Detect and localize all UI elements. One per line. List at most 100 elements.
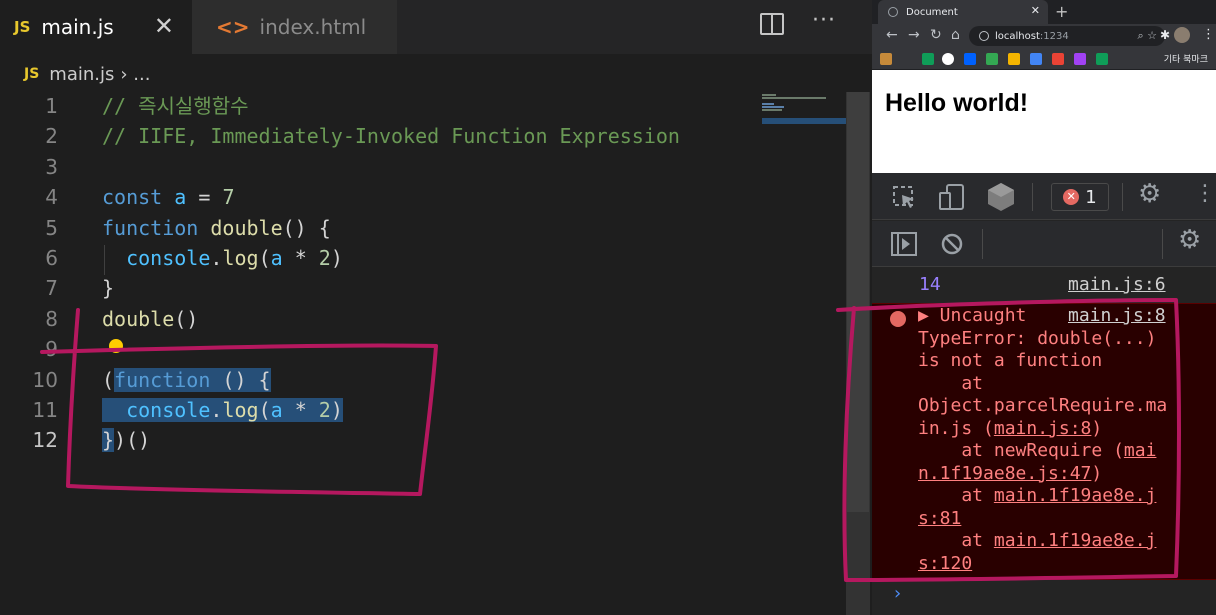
stack-link[interactable]: n.1f19ae8e.js:47: [918, 463, 1091, 484]
dropbox-icon[interactable]: [964, 53, 976, 65]
console-output: 14 main.js:6 ▶ Uncaught main.js:8 TypeEr…: [872, 268, 1216, 615]
punctuation-token: (: [258, 398, 271, 422]
error-line: n.1f19ae8e.js:47): [918, 463, 1102, 486]
minimap-selection: [762, 118, 846, 124]
error-line[interactable]: ▶ Uncaught: [918, 305, 1026, 328]
html-file-icon: <>: [216, 15, 250, 39]
error-line: s:120: [918, 553, 972, 576]
stack-link[interactable]: s:120: [918, 553, 972, 574]
avatar[interactable]: [1174, 27, 1190, 43]
error-text: ): [1091, 462, 1103, 484]
js-file-icon: JS: [24, 66, 40, 82]
clear-console-icon[interactable]: [940, 232, 964, 256]
settings-gear-icon[interactable]: ⚙: [1138, 179, 1161, 209]
code-line-1: // 즉시실행함수: [102, 91, 249, 121]
code-editor: JS main.js ✕ <> index.html ··· JS main.j…: [0, 0, 872, 615]
breadcrumb-rest[interactable]: › ...: [120, 64, 150, 85]
url-port: :1234: [1039, 30, 1069, 42]
error-line: at newRequire (mai: [918, 440, 1156, 463]
punctuation-token: }: [102, 428, 115, 453]
stack-link[interactable]: mai: [1124, 440, 1157, 461]
close-icon[interactable]: ✕: [154, 12, 174, 40]
home-icon[interactable]: ⌂: [951, 27, 960, 43]
error-text: at: [918, 485, 994, 506]
error-text: ): [1091, 417, 1103, 439]
log-value: 14: [919, 274, 941, 295]
toolbar-divider: [1032, 183, 1033, 211]
error-line: TypeError: double(...): [918, 327, 1157, 349]
lightbulb-icon[interactable]: [109, 339, 123, 353]
split-editor-icon[interactable]: [760, 13, 784, 35]
error-count-badge[interactable]: ✕ 1: [1051, 183, 1109, 211]
bookmark-icon[interactable]: [1096, 53, 1108, 65]
editor-tab-bar: JS main.js ✕ <> index.html ···: [0, 0, 872, 54]
punctuation-token: ): [330, 246, 343, 270]
back-icon[interactable]: ←: [886, 27, 898, 43]
line-number: 12: [32, 428, 58, 453]
google-icon[interactable]: [942, 53, 954, 65]
stack-link[interactable]: main.1f19ae8e.j: [994, 530, 1157, 551]
log-source-link[interactable]: main.js:6: [1068, 274, 1166, 297]
scrollbar-thumb[interactable]: [847, 92, 869, 512]
page-heading: Hello world!: [885, 89, 1029, 117]
reload-icon[interactable]: ↻: [930, 27, 942, 43]
object-token: console: [126, 398, 211, 422]
number-token: 2: [318, 246, 331, 270]
method-token: log: [222, 398, 259, 422]
error-icon: [890, 311, 906, 327]
apps-icon[interactable]: [880, 53, 892, 65]
stack-link[interactable]: main.js:8: [994, 418, 1092, 439]
function-name-token: double: [210, 215, 283, 240]
minimap[interactable]: [762, 92, 846, 128]
tab-main-js[interactable]: JS main.js ✕: [0, 0, 192, 54]
new-tab-icon[interactable]: +: [1055, 2, 1068, 21]
bookmark-icon[interactable]: [922, 53, 934, 65]
breadcrumb-file[interactable]: main.js: [49, 64, 114, 85]
zoom-star-icons[interactable]: ⌕ ☆: [1137, 29, 1157, 43]
device-toolbar-icon[interactable]: [938, 183, 966, 211]
browser-tab-strip: Document ✕ +: [872, 0, 1216, 24]
bookmark-icon[interactable]: [1074, 53, 1086, 65]
browser-window: Document ✕ + ← → ↻ ⌂ localhost:1234 ⌕ ☆ …: [872, 0, 1216, 615]
stack-link[interactable]: main.1f19ae8e.j: [994, 485, 1157, 506]
sidebar-toggle-icon[interactable]: [890, 231, 918, 257]
error-text: in.js (: [918, 417, 994, 439]
devtools-menu-icon[interactable]: ⋮: [1194, 181, 1216, 206]
minimap-line: [762, 97, 826, 99]
line-number: 3: [45, 154, 58, 179]
url-bar[interactable]: localhost:1234 ⌕ ☆: [969, 26, 1165, 46]
code-line-2: // IIFE, Immediately-Invoked Function Ex…: [102, 121, 680, 151]
error-source-link[interactable]: main.js:8: [1068, 305, 1166, 328]
close-tab-icon[interactable]: ✕: [1031, 4, 1040, 17]
error-line: at: [918, 372, 984, 394]
forward-icon[interactable]: →: [908, 27, 920, 43]
address-bar-row: ← → ↻ ⌂ localhost:1234 ⌕ ☆ ✱ ⋮: [872, 24, 1216, 48]
punctuation-token: () {: [210, 367, 271, 392]
keep-icon[interactable]: [1008, 53, 1020, 65]
console-prompt[interactable]: ›: [892, 583, 903, 604]
minimap-line: [762, 103, 774, 105]
error-line: Object.parcelRequire.ma: [918, 395, 1168, 416]
minimap-line: [762, 106, 784, 108]
line-number: 10: [32, 367, 58, 392]
drive-icon[interactable]: [986, 53, 998, 65]
gmail-icon[interactable]: [1052, 53, 1064, 65]
punctuation-token: ): [330, 398, 343, 422]
other-bookmarks[interactable]: 기타 북마크: [1164, 52, 1208, 65]
stack-link[interactable]: s:81: [918, 508, 961, 529]
bookmark-icon[interactable]: [1030, 53, 1042, 65]
inspect-element-icon[interactable]: [892, 185, 918, 211]
extensions-icon[interactable]: ✱: [1160, 28, 1170, 42]
line-number: 9: [45, 337, 58, 362]
browser-tab[interactable]: Document ✕: [878, 0, 1048, 24]
url-host: localhost: [995, 30, 1040, 42]
chrome-menu-icon[interactable]: ⋮: [1202, 27, 1215, 42]
info-icon[interactable]: [979, 31, 989, 41]
error-text: at newRequire (: [918, 440, 1124, 461]
js-file-icon: JS: [14, 18, 31, 36]
punctuation-token: }: [102, 276, 115, 301]
more-actions-icon[interactable]: ···: [812, 8, 836, 33]
console-settings-icon[interactable]: ⚙: [1178, 225, 1201, 255]
tab-index-html[interactable]: <> index.html: [192, 0, 397, 54]
3d-view-icon[interactable]: [986, 181, 1016, 213]
